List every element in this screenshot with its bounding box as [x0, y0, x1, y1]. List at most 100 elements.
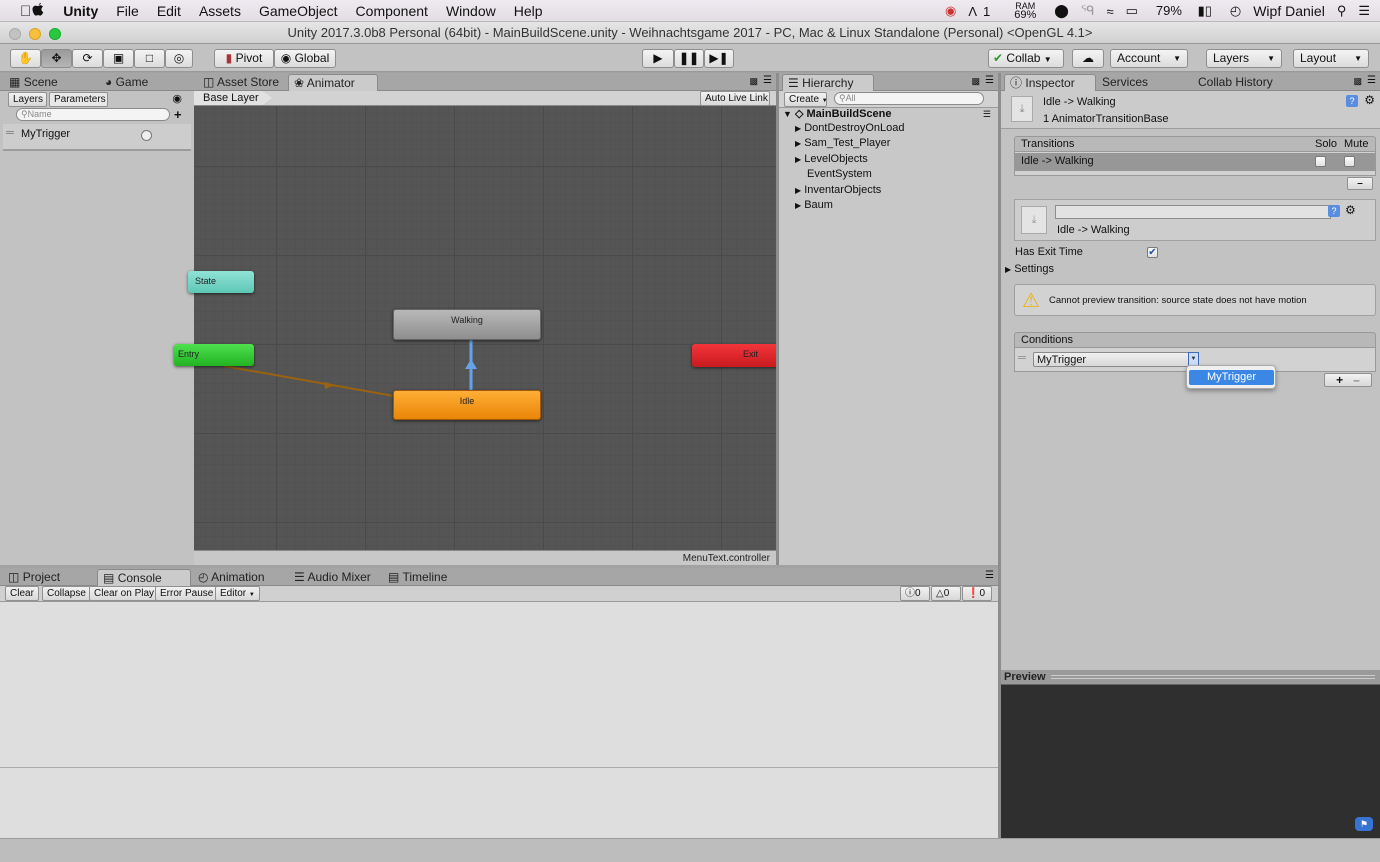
- gear-icon[interactable]: ⚙: [1364, 93, 1375, 107]
- menu-file[interactable]: File: [107, 3, 148, 19]
- list-item[interactable]: EventSystem: [795, 168, 905, 183]
- zoom-window-button[interactable]: [49, 28, 61, 40]
- cloud-button[interactable]: ☁: [1072, 49, 1104, 68]
- animator-graph[interactable]: State Entry Walking Idle Exit: [174, 106, 782, 550]
- bluetooth-icon[interactable]: ᙯ: [1081, 3, 1095, 19]
- transition-row[interactable]: Idle -> Walking: [1015, 153, 1375, 171]
- create-dropdown[interactable]: Create ▼: [784, 92, 828, 107]
- ram-indicator[interactable]: RAM 69%: [1008, 2, 1042, 21]
- walking-state-node[interactable]: Walking: [393, 309, 541, 340]
- tab-scene[interactable]: ▦ Scene: [4, 74, 99, 91]
- minimize-window-button[interactable]: [29, 28, 41, 40]
- shazam-icon[interactable]: ⬤: [1054, 3, 1069, 19]
- lock-icon[interactable]: ▩: [971, 76, 980, 87]
- editor-dropdown[interactable]: Editor ▼: [215, 586, 260, 601]
- console-log-area[interactable]: [0, 603, 998, 768]
- list-item[interactable]: ▶ DontDestroyOnLoad: [795, 122, 905, 137]
- clear-button[interactable]: Clear: [5, 586, 39, 601]
- settings-foldout[interactable]: ▶ Settings: [1005, 263, 1054, 275]
- subtab-parameters[interactable]: Parameters: [49, 92, 108, 107]
- entry-node[interactable]: Entry: [174, 344, 254, 366]
- account-dropdown[interactable]: Account ▼: [1110, 49, 1188, 68]
- toolbox-icon[interactable]: ◉: [945, 3, 956, 19]
- collapse-button[interactable]: Collapse: [42, 586, 91, 601]
- lock-icon[interactable]: ▩: [1353, 76, 1362, 87]
- apple-icon[interactable]: : [0, 2, 54, 20]
- step-button[interactable]: ▶❚: [704, 49, 734, 68]
- tab-console[interactable]: ▤ Console: [97, 569, 191, 586]
- expand-arrow-icon[interactable]: ▶: [795, 186, 801, 195]
- menu-help[interactable]: Help: [505, 3, 552, 19]
- console-detail-area[interactable]: [0, 769, 998, 838]
- auto-live-link-toggle[interactable]: Auto Live Link: [700, 91, 770, 106]
- subtab-layers[interactable]: Layers: [8, 92, 47, 107]
- eye-icon[interactable]: ◉: [172, 92, 182, 105]
- add-condition-button[interactable]: +: [1336, 373, 1343, 387]
- preview-drag-bar[interactable]: [1051, 675, 1375, 679]
- pivot-toggle[interactable]: ▮ Pivot: [214, 49, 274, 68]
- move-tool-button[interactable]: ✥: [41, 49, 72, 68]
- tab-hierarchy[interactable]: ☰ Hierarchy: [782, 74, 874, 91]
- entry-to-idle-arrow[interactable]: [223, 365, 395, 397]
- error-count-toggle[interactable]: ❗0: [962, 586, 992, 601]
- rect-tool-button[interactable]: □: [134, 49, 165, 68]
- play-button[interactable]: ▶: [642, 49, 674, 68]
- warning-count-toggle[interactable]: △0: [931, 586, 961, 601]
- dropbox-icon[interactable]: Λ1: [968, 4, 996, 19]
- remove-transition-button[interactable]: –: [1347, 177, 1373, 190]
- tab-asset-store[interactable]: ◫ Asset Store: [198, 74, 288, 91]
- scene-root-row[interactable]: ▼ ◇ MainBuildScene ☰: [783, 107, 995, 123]
- pause-button[interactable]: ❚❚: [674, 49, 704, 68]
- close-window-button[interactable]: [9, 28, 21, 40]
- error-pause-button[interactable]: Error Pause: [155, 586, 219, 601]
- expand-arrow-icon[interactable]: ▶: [795, 201, 801, 210]
- global-toggle[interactable]: ◉ Global: [274, 49, 336, 68]
- help-icon[interactable]: ?: [1346, 95, 1358, 107]
- clear-on-play-button[interactable]: Clear on Play: [89, 586, 160, 601]
- menu-edit[interactable]: Edit: [148, 3, 190, 19]
- parameter-search-input[interactable]: ⚲Name: [16, 108, 170, 121]
- panel-menu-icon[interactable]: ☰: [1367, 75, 1376, 86]
- list-item[interactable]: ▶ LevelObjects: [795, 153, 905, 168]
- menu-window[interactable]: Window: [437, 3, 505, 19]
- help-icon[interactable]: ?: [1328, 205, 1340, 217]
- mute-checkbox[interactable]: [1344, 156, 1355, 167]
- panel-menu-icon[interactable]: ☰: [985, 75, 994, 86]
- battery-status[interactable]: 79% ▮▯: [1150, 3, 1218, 19]
- spotlight-search-icon[interactable]: ⚲: [1337, 3, 1347, 19]
- any-state-node[interactable]: State: [188, 271, 254, 293]
- airplay-icon[interactable]: ▭: [1126, 3, 1138, 19]
- menu-component[interactable]: Component: [347, 3, 437, 19]
- panel-menu-icon[interactable]: ☰: [985, 570, 994, 581]
- tab-services[interactable]: Services: [1097, 74, 1191, 91]
- tab-animator[interactable]: ❀ Animator: [288, 74, 378, 91]
- panel-menu-icon[interactable]: ☰: [763, 75, 772, 86]
- transition-name-input[interactable]: [1055, 205, 1331, 219]
- list-item[interactable]: ▶ InventarObjects: [795, 184, 905, 199]
- expand-arrow-icon[interactable]: ▶: [795, 124, 801, 133]
- breadcrumb-base-layer[interactable]: Base Layer: [194, 91, 272, 105]
- wifi-icon[interactable]: ≈: [1106, 4, 1113, 19]
- tab-audio-mixer[interactable]: ☰ Audio Mixer: [289, 569, 381, 586]
- list-item[interactable]: ▶ Baum: [795, 199, 905, 214]
- tab-inspector[interactable]: ⓘ Inspector: [1004, 74, 1096, 91]
- tab-timeline[interactable]: ▤ Timeline: [383, 569, 475, 586]
- scale-tool-button[interactable]: ▣: [103, 49, 134, 68]
- menu-gameobject[interactable]: GameObject: [250, 3, 347, 19]
- user-name[interactable]: Wipf Daniel: [1253, 3, 1325, 19]
- trigger-radio[interactable]: [141, 130, 152, 141]
- parameter-row[interactable]: ═ MyTrigger: [3, 124, 191, 151]
- transform-tool-button[interactable]: ◎: [165, 49, 193, 68]
- collab-dropdown[interactable]: ✔ Collab ▼: [988, 49, 1064, 68]
- menu-unity[interactable]: Unity: [54, 3, 107, 19]
- condition-parameter-dropdown[interactable]: MyTrigger ▼: [1033, 352, 1199, 367]
- dropdown-option-mytrigger[interactable]: MyTrigger: [1189, 370, 1274, 385]
- hierarchy-search-input[interactable]: ⚲All: [834, 92, 984, 105]
- solo-checkbox[interactable]: [1315, 156, 1326, 167]
- rotate-tool-button[interactable]: ⟳: [72, 49, 103, 68]
- expand-arrow-icon[interactable]: ▼: [783, 109, 792, 119]
- tab-animation[interactable]: ◴ Animation: [193, 569, 285, 586]
- exit-node[interactable]: Exit: [692, 344, 782, 367]
- idle-state-node[interactable]: Idle: [393, 390, 541, 420]
- remove-condition-button[interactable]: –: [1353, 373, 1360, 387]
